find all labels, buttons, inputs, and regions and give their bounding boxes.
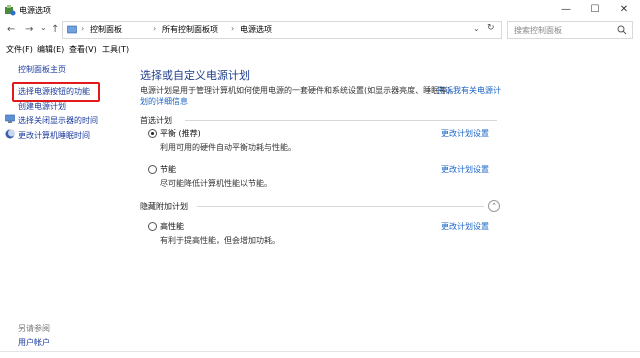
- back-icon[interactable]: ←: [7, 24, 15, 35]
- preferred-plans-label: 首选计划: [140, 116, 172, 125]
- plan-power-saver-radio[interactable]: [148, 165, 157, 174]
- plan-balanced-name[interactable]: 平衡 (推荐): [160, 128, 201, 139]
- hidden-plans-label: 隐藏附加计划: [140, 202, 188, 211]
- user-accounts-link[interactable]: 用户帐户: [18, 337, 50, 348]
- breadcrumb-all-items[interactable]: 所有控制面板项: [162, 24, 218, 35]
- monitor-icon: [5, 114, 15, 123]
- plan-power-saver-change-link[interactable]: 更改计划设置: [441, 164, 489, 175]
- search-box[interactable]: 搜索控制面板: [507, 21, 633, 39]
- sidebar-item-home[interactable]: 控制面板主页: [18, 64, 66, 75]
- menu-tools[interactable]: 工具(T): [102, 44, 129, 55]
- plan-balanced-change-link[interactable]: 更改计划设置: [441, 128, 489, 139]
- breadcrumb-power-options[interactable]: 电源选项: [240, 24, 272, 35]
- forward-icon[interactable]: →: [25, 24, 33, 35]
- menu-edit[interactable]: 编辑(E): [37, 44, 64, 55]
- divider: [197, 206, 484, 207]
- plan-high-performance-change-link[interactable]: 更改计划设置: [441, 221, 489, 232]
- see-also-label: 另请参阅: [18, 324, 50, 333]
- control-panel-icon: [67, 25, 77, 34]
- minimize-button[interactable]: —: [552, 0, 580, 20]
- window-title: 电源选项: [19, 6, 51, 15]
- search-input[interactable]: 搜索控制面板: [514, 25, 562, 36]
- sidebar-item-display-off[interactable]: 选择关闭显示器的时间: [18, 115, 98, 126]
- menu-view[interactable]: 查看(V): [69, 44, 97, 55]
- menu-file[interactable]: 文件(F): [6, 44, 33, 55]
- sidebar-item-sleep-time[interactable]: 更改计算机睡眠时间: [18, 130, 90, 141]
- breadcrumb-separator: ›: [231, 24, 235, 33]
- plan-power-saver-name[interactable]: 节能: [160, 164, 176, 175]
- plan-power-saver-desc: 尽可能降低计算机性能以节能。: [160, 179, 272, 188]
- address-bar[interactable]: › 控制面板 › 所有控制面板项 › 电源选项 ⌄ ↻: [62, 21, 502, 39]
- title-bar: 电源选项 — ☐ ✕: [0, 0, 640, 20]
- divider: [185, 120, 497, 121]
- description-text: 电源计划是用于管理计算机如何使用电源的一套硬件和系统设置(如显示器亮度、睡眠等)…: [140, 86, 459, 95]
- collapse-chevron-icon[interactable]: ⌃: [488, 200, 500, 212]
- learn-more-link[interactable]: 告诉我有关电源计: [437, 85, 501, 96]
- plan-high-performance-radio[interactable]: [148, 222, 157, 231]
- breadcrumb-separator: ›: [153, 24, 157, 33]
- search-icon[interactable]: [617, 25, 627, 35]
- page-title: 选择或自定义电源计划: [140, 69, 250, 82]
- plan-balanced-radio[interactable]: [148, 129, 157, 138]
- up-icon[interactable]: ↑: [51, 24, 59, 35]
- maximize-button[interactable]: ☐: [581, 0, 609, 20]
- plan-balanced-desc: 利用可用的硬件自动平衡功耗与性能。: [160, 143, 296, 152]
- window-bottom-border: [0, 351, 640, 352]
- refresh-icon[interactable]: ↻: [487, 23, 495, 33]
- breadcrumb-control-panel[interactable]: 控制面板: [90, 24, 122, 35]
- plan-high-performance-desc: 有利于提高性能，但会增加功耗。: [160, 236, 280, 245]
- sleep-moon-icon: [5, 129, 15, 139]
- power-options-icon: [5, 5, 16, 16]
- plan-high-performance-name[interactable]: 高性能: [160, 221, 184, 232]
- sidebar-item-power-button[interactable]: 选择电源按钮的功能: [18, 86, 90, 97]
- recent-locations-icon[interactable]: ⌄: [40, 23, 47, 32]
- address-dropdown-icon[interactable]: ⌄: [473, 24, 480, 33]
- sidebar-item-create-plan[interactable]: 创建电源计划: [18, 101, 66, 112]
- breadcrumb-separator: ›: [81, 24, 85, 33]
- close-button[interactable]: ✕: [610, 0, 638, 20]
- learn-more-link-continued[interactable]: 划的详细信息: [140, 96, 188, 107]
- radio-selected-dot: [151, 132, 154, 135]
